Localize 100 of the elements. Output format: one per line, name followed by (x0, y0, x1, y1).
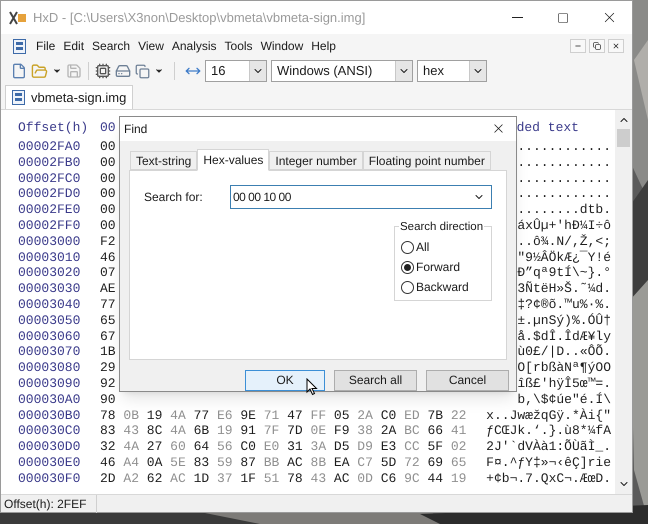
decoded-text-cell: ù0£/|D..«ÔÕ. (517, 344, 611, 360)
hex-cell-text: 0B (123, 408, 140, 424)
hex-cell-text: 1D (194, 470, 210, 487)
hex-cell-text: 78 (287, 470, 304, 487)
hex-cell-text: 00 (100, 202, 117, 218)
hex-cell-text: 07 (100, 265, 117, 282)
offset-cell-text: 00002FC0 (18, 170, 82, 186)
menu-item[interactable]: Window (256, 37, 308, 55)
hex-cell-text: 05 (334, 408, 351, 424)
hex-cell-text: 87 (240, 454, 257, 471)
hex-cell-text: 27 (146, 439, 164, 455)
dialog-button[interactable]: Search all (334, 370, 417, 391)
hex-cell-text: F9 (334, 423, 351, 440)
offset-cell-text: 00002FF0 (18, 218, 82, 234)
menu-item[interactable]: Help (307, 37, 340, 55)
dialog-tab[interactable]: Integer number (269, 151, 363, 170)
hex-cell-text: 83 (100, 423, 117, 440)
document-restore-button[interactable] (589, 39, 605, 53)
hex-cell-text: 46 (100, 454, 117, 471)
offset-base-combo[interactable]: hex (417, 60, 487, 82)
hex-cell-text: 00 (100, 186, 117, 202)
hex-cell-text: 00 (100, 218, 117, 234)
hex-cell-text: 9E (240, 408, 257, 424)
hex-cell-text: 3A (310, 439, 328, 455)
hex-cell-text: EA (334, 454, 351, 471)
document-tab[interactable]: vbmeta-sign.img (5, 85, 134, 109)
hex-cell-text: 46 (100, 250, 117, 266)
hex-cell-text: 7D (287, 423, 304, 440)
hex-cell-text: 47 (287, 408, 304, 424)
menu-item[interactable]: Edit (59, 37, 88, 55)
hex-cell-text: 41 (450, 423, 468, 440)
offset-cell-text: 000030E0 (18, 454, 82, 471)
drive-icon[interactable] (115, 63, 131, 79)
decoded-text-cell: ±.µnSý)%.ÓÛ† (517, 312, 611, 329)
offset-cell-text: 00003020 (18, 265, 82, 282)
offset-cell-text: 000030D0 (18, 439, 82, 455)
new-file-icon[interactable] (11, 63, 27, 79)
dialog-tab[interactable]: Floating point number (362, 151, 491, 170)
menu-item[interactable]: Analysis (168, 37, 221, 55)
hex-cell-text: 1B (100, 344, 117, 360)
hex-cell-text: 91 (240, 423, 257, 440)
hex-cell-text: AE (100, 281, 117, 297)
hex-cell-text: AC (287, 454, 304, 471)
offset-cell-text: 000030C0 (18, 423, 82, 440)
direction-radio[interactable]: Backward (401, 279, 491, 296)
vertical-scrollbar[interactable] (615, 110, 632, 494)
decoded-text-cell: ............ (517, 139, 611, 155)
decoded-text-cell: ............ (517, 170, 611, 186)
copy-icon[interactable] (135, 64, 150, 78)
direction-radio[interactable]: Forward (401, 259, 491, 276)
dialog-tab[interactable]: Hex-values (197, 149, 270, 172)
search-field[interactable]: 00 00 10 00 (230, 185, 492, 210)
decoded-text-cell: +¢b¬.7.QxC¬.ÆœD. (486, 470, 611, 487)
hex-cell-text: 78 (100, 408, 117, 424)
document-minimize-button[interactable] (570, 39, 586, 53)
menu-item[interactable]: File (32, 37, 60, 55)
hex-cell-text: 31 (287, 439, 304, 455)
decoded-text-cell-text: "9½ÂÖkÆ¿¯Y!é (517, 250, 611, 265)
hex-cell-text: 72 (404, 454, 421, 471)
hex-cell-text: E0 (264, 439, 280, 455)
hex-cell-text: A4 (123, 454, 140, 471)
menu-item[interactable]: View (134, 37, 168, 55)
hex-cell-text: C0 (240, 439, 257, 455)
decoded-text-cell: ............ (517, 186, 611, 202)
offset-cell-text: 00003060 (18, 328, 82, 344)
dialog-button[interactable]: Cancel (426, 370, 509, 391)
decoded-text-cell: F¤.^ƒY‡»¬‹êÇ]rie (486, 454, 611, 471)
decoded-text-cell: ........dtb. (517, 202, 611, 218)
hex-cell-text: 7F (264, 423, 280, 440)
direction-radio[interactable]: All (401, 239, 491, 256)
hex-cell-text: C6 (380, 470, 398, 487)
dialog-tab[interactable]: Text-string (130, 151, 198, 170)
offset-cell-text: 000030F0 (18, 470, 82, 487)
decoded-text-cell-text: å.$dÎ.ÎdÆ¥ly (517, 328, 611, 344)
hex-cell-text: D5 (334, 439, 351, 455)
hex-cell-text: 32 (100, 439, 117, 455)
hex-cell-text: AC (170, 470, 187, 487)
hex-cell-text: BB (264, 454, 280, 471)
hex-cell-text: 0E (310, 423, 328, 440)
hex-cell-text: 4A (170, 408, 187, 424)
bytes-per-row-combo[interactable]: 16 (205, 60, 267, 82)
search-label: Search for: (144, 189, 204, 206)
hex-cell-text: E3 (380, 439, 398, 455)
hex-cell-text: ED (404, 408, 421, 424)
hex-cell-text: 56 (216, 439, 234, 455)
decoded-text-cell-text: Ð”qª9tÍ\~}.° (517, 265, 611, 281)
dialog-button[interactable]: OK (245, 370, 325, 391)
hex-cell-text: 0A (146, 454, 164, 471)
hex-cell-text: E6 (216, 408, 234, 424)
charset-combo[interactable]: Windows (ANSI) (271, 60, 413, 82)
hex-cell-text: A2 (123, 470, 140, 487)
hex-cell-text: 2D (100, 470, 117, 487)
scroll-thumb[interactable] (617, 129, 630, 147)
hex-cell-text: 19 (146, 408, 164, 424)
chip-icon[interactable] (95, 63, 111, 79)
menu-item[interactable]: Tools (220, 37, 257, 55)
offset-cell-text: 00003050 (18, 312, 82, 329)
hex-cell-text: 5E (170, 454, 187, 471)
hex-cell-text: 00 (100, 139, 117, 155)
menu-item[interactable]: Search (88, 37, 134, 55)
